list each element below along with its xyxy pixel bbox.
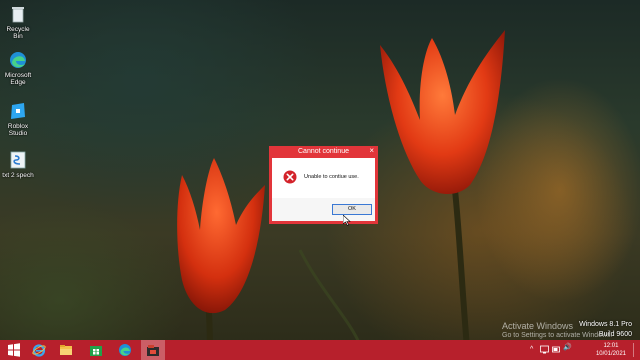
roblox-studio-icon bbox=[8, 101, 28, 121]
start-button[interactable] bbox=[2, 340, 26, 360]
desktop-icon-txt-2-spech[interactable]: txt 2 spech bbox=[1, 150, 35, 179]
taskbar-store[interactable] bbox=[84, 340, 108, 360]
desktop-icon-recycle-bin[interactable]: Recycle Bin bbox=[1, 4, 35, 40]
desktop-icon-label: txt 2 spech bbox=[2, 172, 34, 179]
os-edition: Windows 8.1 Pro bbox=[579, 321, 632, 328]
dialog-titlebar[interactable]: Cannot continue × bbox=[269, 146, 378, 157]
error-icon bbox=[283, 170, 297, 184]
dialog-title: Cannot continue bbox=[298, 148, 349, 155]
volume-icon[interactable]: 🔊 bbox=[563, 344, 572, 352]
taskbar-file-explorer[interactable] bbox=[54, 340, 78, 360]
desktop-icon-label: Roblox Studio bbox=[7, 123, 29, 137]
clock-time: 12:01 bbox=[603, 343, 619, 349]
tray-overflow-chevron-icon[interactable]: ^ bbox=[530, 346, 533, 354]
tray-battery-icon[interactable] bbox=[552, 345, 561, 357]
show-desktop-button[interactable] bbox=[633, 343, 638, 357]
dialog-content: Unable to contiue use. OK bbox=[272, 158, 375, 221]
edge-icon bbox=[8, 50, 28, 70]
desktop-icon-roblox-studio[interactable]: Roblox Studio bbox=[1, 101, 35, 137]
os-build: Build 9600 bbox=[598, 331, 632, 338]
error-dialog: Cannot continue × Unable to contiue use.… bbox=[269, 146, 378, 224]
mouse-cursor-icon bbox=[343, 215, 351, 226]
store-icon bbox=[89, 343, 103, 357]
ok-button[interactable]: OK bbox=[332, 204, 372, 215]
edge-icon bbox=[118, 343, 132, 357]
desktop-icon-label: Microsoft Edge bbox=[4, 72, 32, 86]
taskbar-clock[interactable]: 12:01 10/01/2021 bbox=[596, 342, 626, 358]
desktop-icon-label: Recycle Bin bbox=[6, 26, 30, 40]
taskbar-internet-explorer[interactable] bbox=[27, 340, 51, 360]
dialog-message: Unable to contiue use. bbox=[304, 174, 359, 180]
dialog-body: Unable to contiue use. bbox=[272, 158, 375, 198]
file-explorer-icon bbox=[59, 343, 73, 357]
os-build-info: Windows 8.1 Pro Build 9600 bbox=[579, 320, 632, 340]
tray-network-icon[interactable] bbox=[540, 345, 549, 357]
desktop-background: Recycle Bin Microsoft Edge Roblox Studio… bbox=[0, 0, 640, 360]
close-icon[interactable]: × bbox=[369, 146, 374, 156]
app-icon bbox=[146, 343, 160, 357]
taskbar: ^ 🔊 12:01 10/01/2021 bbox=[0, 340, 640, 360]
clock-date: 10/01/2021 bbox=[595, 351, 626, 357]
internet-explorer-icon bbox=[32, 343, 46, 357]
desktop-icon-edge[interactable]: Microsoft Edge bbox=[1, 50, 35, 86]
text-to-speech-icon bbox=[8, 150, 28, 170]
windows-start-icon bbox=[7, 343, 21, 357]
recycle-bin-icon bbox=[8, 4, 28, 24]
system-tray: ^ 🔊 12:01 10/01/2021 bbox=[530, 340, 640, 360]
taskbar-edge[interactable] bbox=[113, 340, 137, 360]
taskbar-active-app[interactable] bbox=[141, 340, 165, 360]
